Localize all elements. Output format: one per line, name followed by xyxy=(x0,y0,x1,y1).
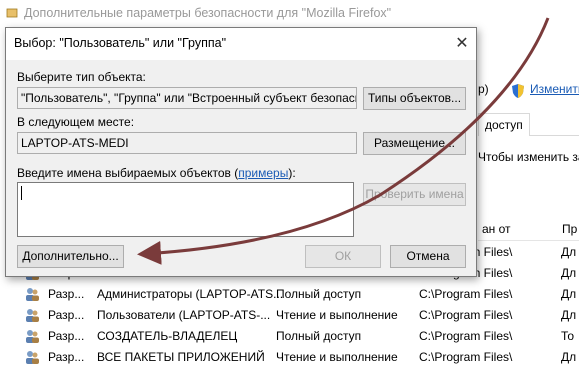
examples-link[interactable]: примеры xyxy=(238,166,288,180)
cell-applies-to: Дл xyxy=(561,350,577,364)
ok-button[interactable]: ОК xyxy=(305,245,381,268)
object-names-input[interactable] xyxy=(17,182,354,237)
object-types-button[interactable]: Типы объектов... xyxy=(363,87,466,110)
cell-access: Чтение и выполнение xyxy=(276,350,398,364)
close-icon[interactable]: ✕ xyxy=(452,34,472,54)
object-type-field: "Пользователь", "Группа" или "Встроенный… xyxy=(17,87,357,109)
select-user-group-dialog: Выбор: "Пользователь" или "Группа" ✕ Выб… xyxy=(5,27,477,277)
cell-inherited-from: C:\Program Files\ xyxy=(419,350,513,364)
advanced-button[interactable]: Дополнительно... xyxy=(17,245,124,268)
cell-principal: ВСЕ ПАКЕТЫ ПРИЛОЖЕНИЙ xyxy=(97,350,265,364)
object-type-label: Выберите тип объекта: xyxy=(17,70,146,84)
cancel-button[interactable]: Отмена xyxy=(390,245,466,268)
dialog-title: Выбор: "Пользователь" или "Группа" xyxy=(14,36,227,50)
locations-button[interactable]: Размещение... xyxy=(363,132,466,155)
names-label-prefix: Введите имена выбираемых объектов ( xyxy=(17,166,239,180)
text-caret xyxy=(21,186,22,200)
location-label: В следующем месте: xyxy=(17,115,135,129)
cell-type: Разр... xyxy=(48,350,85,364)
check-names-button[interactable]: Проверить имена xyxy=(363,183,466,206)
names-label-suffix: ): xyxy=(288,166,296,180)
dialog-titlebar: Выбор: "Пользователь" или "Группа" ✕ xyxy=(6,28,476,60)
names-label: Введите имена выбираемых объектов (приме… xyxy=(17,166,296,180)
location-field: LAPTOP-ATS-MEDI xyxy=(17,132,357,154)
